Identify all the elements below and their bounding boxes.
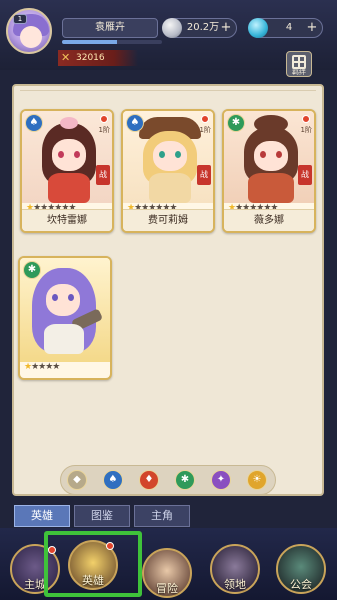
battle-badge-icon: 战	[197, 165, 211, 185]
hero-name-1: 坎特雷娜	[22, 209, 112, 231]
hero-card-1[interactable]: ♠ 1阶 战 ★★★★★★★ 坎特雷娜	[20, 109, 114, 233]
water-element-icon: ♠	[126, 114, 144, 132]
coin-value: 20.2万	[186, 22, 220, 33]
battle-badge-icon: 战	[96, 165, 110, 185]
hero-card-4[interactable]: ✱ ★★★★★	[18, 256, 112, 380]
avatar-face	[20, 26, 42, 48]
hero-card-2[interactable]: ♠ 1阶 战 ★★★★★★★ 费可莉姆	[121, 109, 215, 233]
hero-stage-3: 1阶	[300, 126, 312, 134]
bond-button-label: 羁绊	[292, 68, 306, 76]
battle-badge-icon: 战	[298, 165, 312, 185]
nav-adventure[interactable]: 冒险	[142, 548, 192, 598]
hero-stage-1: 1阶	[98, 126, 110, 134]
player-avatar[interactable]: 1	[6, 8, 52, 54]
bond-button[interactable]: 羁绊	[286, 51, 312, 77]
bottom-navigation: 主城 英雄 冒险 领地 公会	[0, 528, 337, 600]
water-element-icon: ♠	[25, 114, 43, 132]
nav-main-city[interactable]: 主城	[10, 544, 60, 594]
element-filter-bar: ◆ ♠ ♦ ✱ ✦ ☀	[60, 465, 276, 495]
hero-stars-4: ★★★★★	[24, 362, 60, 372]
notification-dot	[100, 115, 108, 123]
hero-stage-2: 1阶	[199, 126, 211, 134]
hero-figure-1	[36, 117, 102, 203]
gem-counter: 4 +	[248, 18, 323, 38]
silver-coin-icon	[162, 18, 182, 38]
water-filter-icon[interactable]: ♠	[103, 470, 123, 490]
power-display: ✕ 32016	[58, 50, 138, 66]
player-exp-fill	[62, 40, 117, 44]
nav-hero-label: 英雄	[82, 574, 104, 587]
nav-adventure-label: 冒险	[156, 582, 178, 595]
gem-value: 4	[285, 22, 293, 33]
power-value: 32016	[76, 53, 105, 63]
notification-dot	[48, 546, 56, 554]
wind-element-icon: ✱	[227, 114, 245, 132]
hero-name-3: 薇多娜	[224, 209, 314, 231]
hero-card-3[interactable]: ✱ 1阶 战 ★★★★★★★ 薇多娜	[222, 109, 316, 233]
nav-main-city-label: 主城	[24, 578, 46, 591]
all-filter-icon[interactable]: ◆	[67, 470, 87, 490]
hero-figure-4	[28, 262, 106, 360]
tab-heroes[interactable]: 英雄	[14, 505, 70, 527]
notification-dot	[201, 115, 209, 123]
nav-guild-label: 公会	[290, 578, 312, 591]
nav-territory[interactable]: 领地	[210, 544, 260, 594]
hero-name-2: 费可莉姆	[123, 209, 213, 231]
crossed-swords-icon: ✕	[61, 51, 71, 64]
tab-handbook[interactable]: 图鉴	[74, 505, 130, 527]
notification-dot	[302, 115, 310, 123]
notification-dot	[106, 542, 114, 550]
nav-guild[interactable]: 公会	[276, 544, 326, 594]
player-name: 袁雁卉	[62, 18, 158, 38]
light-filter-icon[interactable]: ☀	[247, 470, 267, 490]
player-exp-bar	[62, 40, 162, 44]
wind-filter-icon[interactable]: ✱	[175, 470, 195, 490]
nav-territory-label: 领地	[224, 578, 246, 591]
hero-figure-2	[135, 113, 205, 203]
wind-element-icon: ✱	[23, 261, 41, 279]
nav-hero[interactable]: 英雄	[68, 540, 118, 590]
tab-protagonist[interactable]: 主角	[134, 505, 190, 527]
grid-icon	[292, 55, 306, 69]
coin-counter: 20.2万 +	[162, 18, 237, 38]
hero-figure-3	[236, 115, 306, 203]
fire-filter-icon[interactable]: ♦	[139, 470, 159, 490]
add-coin-button[interactable]: +	[219, 21, 233, 35]
player-level-badge: 1	[13, 14, 27, 24]
add-gem-button[interactable]: +	[305, 21, 319, 35]
blue-gem-icon	[248, 18, 268, 38]
dark-filter-icon[interactable]: ✦	[211, 470, 231, 490]
